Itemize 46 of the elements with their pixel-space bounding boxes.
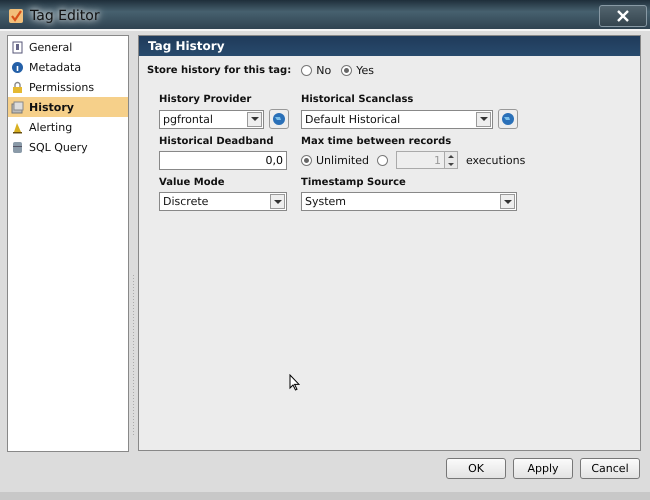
folder-icon: [11, 100, 24, 114]
field-label: History Provider: [159, 94, 252, 105]
dropdown[interactable]: System: [301, 192, 517, 211]
field-label: Historical Deadband: [159, 136, 275, 147]
caret-icon: [270, 194, 285, 209]
checkmark-icon: [8, 8, 24, 24]
field-label: Historical Scanclass: [301, 94, 414, 105]
input-field[interactable]: 0,0: [159, 151, 287, 170]
caret-icon: [500, 194, 515, 209]
dialog-button[interactable]: Apply: [513, 458, 573, 478]
sidebar-item[interactable]: Permissions: [8, 77, 128, 97]
dialog-button[interactable]: Cancel: [580, 458, 640, 478]
dropdown[interactable]: Discrete: [159, 192, 287, 211]
refresh-button[interactable]: [498, 109, 518, 129]
panel-title: Tag History: [148, 39, 225, 53]
field-label: Timestamp Source: [301, 177, 407, 188]
caret-icon: [476, 112, 491, 126]
database-icon: [11, 140, 24, 154]
dropdown[interactable]: pgfrontal: [159, 110, 264, 128]
sidebar-item[interactable]: Metadata: [8, 57, 128, 77]
lock-icon: [11, 80, 24, 94]
close-icon: [617, 10, 629, 22]
radio-button[interactable]: Yes: [341, 64, 374, 77]
spinner-arrows-icon: [444, 152, 457, 168]
page-icon: [11, 40, 24, 54]
dropdown[interactable]: Default Historical: [301, 110, 493, 128]
sidebar-item[interactable]: History: [8, 97, 128, 117]
sidebar-item[interactable]: SQL Query: [8, 137, 128, 157]
radio-button[interactable]: Unlimited: [301, 154, 369, 166]
store-history-label: Store history for this tag:: [147, 65, 292, 76]
globe-icon: [272, 112, 286, 126]
field-label: Value Mode: [159, 177, 226, 188]
globe-icon: [501, 112, 515, 126]
radio-button[interactable]: [376, 154, 388, 166]
window-title: Tag Editor: [30, 8, 100, 24]
info-icon: [11, 60, 24, 74]
sidebar-item[interactable]: General: [8, 37, 128, 57]
sidebar-item[interactable]: Alerting: [8, 117, 128, 137]
radio-button[interactable]: No: [301, 64, 332, 77]
refresh-button[interactable]: [269, 109, 289, 129]
close-button[interactable]: [599, 5, 647, 27]
cursor-icon: [289, 374, 300, 391]
field-label: Max time between records: [301, 136, 452, 147]
dialog-button[interactable]: OK: [446, 458, 506, 478]
unit-label: executions: [466, 154, 526, 166]
caret-icon: [247, 112, 262, 126]
